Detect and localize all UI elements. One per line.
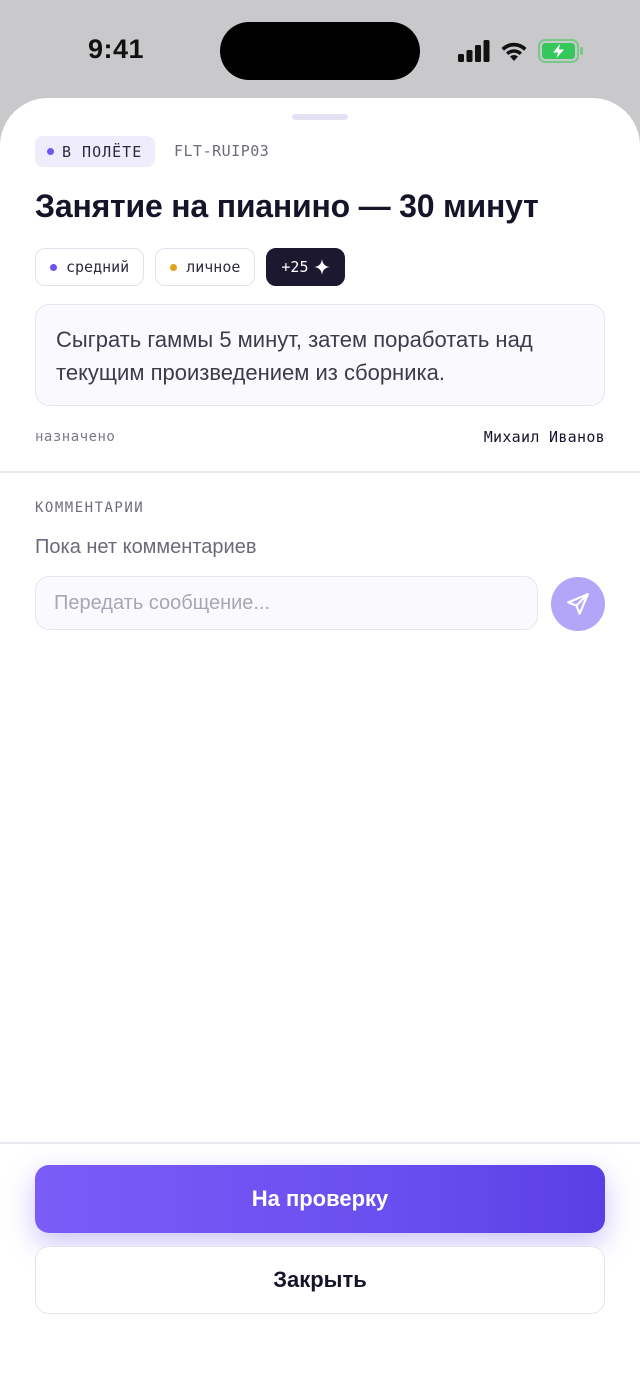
comments-section-label: КОММЕНТАРИИ <box>35 500 145 516</box>
tag-difficulty: средний <box>35 248 145 286</box>
category-dot <box>170 263 178 271</box>
difficulty-dot <box>50 263 57 271</box>
task-tags: средний личное +25 <box>35 248 345 286</box>
tag-difficulty-label: средний <box>66 258 130 276</box>
message-input[interactable] <box>35 576 538 630</box>
status-time: 9:41 <box>88 34 145 64</box>
reward-points: +25 <box>281 258 309 276</box>
status-dot <box>47 148 54 155</box>
section-divider <box>0 471 640 473</box>
reward-badge: +25 <box>266 248 345 286</box>
battery-charging-icon <box>538 39 583 63</box>
send-icon <box>567 593 589 615</box>
send-button[interactable] <box>551 577 605 631</box>
status-badge-label: В ПОЛЁТЕ <box>62 142 143 161</box>
tag-category: личное <box>155 248 256 286</box>
footer-divider <box>0 1142 640 1144</box>
task-title: Занятие на пианино — 30 минут <box>35 188 539 224</box>
submit-for-review-button[interactable]: На проверку <box>35 1165 605 1233</box>
task-detail-sheet: В ПОЛЁТЕ FLT-RUIP03 Занятие на пианино —… <box>0 98 640 1391</box>
task-id: FLT-RUIP03 <box>174 142 270 160</box>
status-bar: 9:41 <box>0 0 640 100</box>
sparkle-icon <box>313 259 330 275</box>
assignee-name: Михаил Иванов <box>483 428 605 446</box>
comments-empty-state: Пока нет комментариев <box>35 536 257 558</box>
status-icons <box>458 38 584 64</box>
task-description: Сыграть гаммы 5 минут, затем поработать … <box>35 304 605 406</box>
status-badge: В ПОЛЁТЕ <box>35 136 156 167</box>
cellular-signal-icon <box>458 40 490 62</box>
tag-category-label: личное <box>186 258 241 276</box>
wifi-icon <box>501 42 527 61</box>
assigned-label: назначено <box>35 429 116 445</box>
dynamic-island <box>220 22 420 80</box>
sheet-grabber-handle[interactable] <box>292 114 348 120</box>
close-button[interactable]: Закрыть <box>35 1246 605 1314</box>
